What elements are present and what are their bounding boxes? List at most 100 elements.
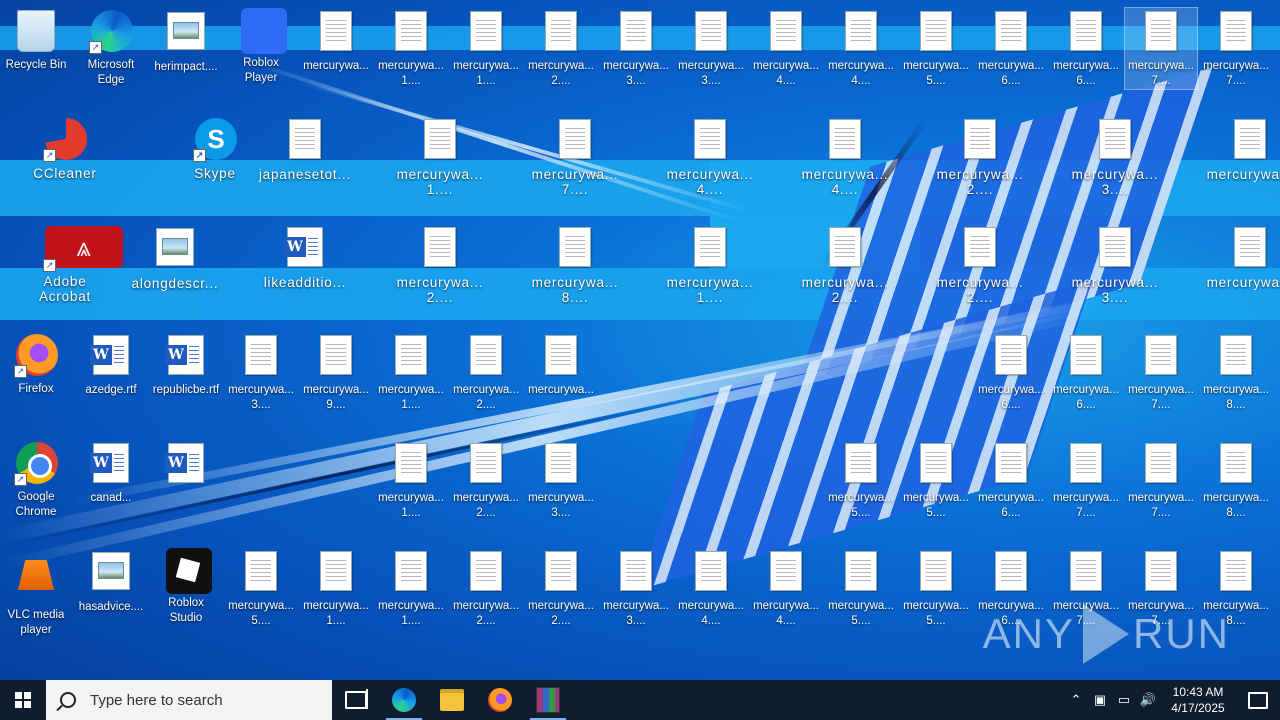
desktop-icon[interactable]: mercurywa... (1185, 224, 1280, 290)
desktop-icon[interactable]: mercurywa... 3.... (225, 332, 297, 413)
desktop-icon[interactable]: mercurywa... 6.... (1050, 8, 1122, 89)
desktop-icon[interactable]: mercurywa... 1.... (375, 440, 447, 521)
desktop-icon[interactable]: mercurywa... (1185, 116, 1280, 182)
desktop-icon[interactable]: mercurywa... 1.... (375, 116, 505, 197)
desktop-icon[interactable]: mercurywa... 7.... (1125, 440, 1197, 521)
desktop-icon[interactable]: mercurywa... 7.... (510, 116, 640, 197)
desktop-icon[interactable]: mercurywa... 2.... (525, 548, 597, 629)
taskbar-winrar-button[interactable] (524, 680, 572, 720)
desktop-icon[interactable]: mercurywa... 4.... (750, 8, 822, 89)
document-icon (695, 11, 727, 51)
desktop-icon[interactable]: mercurywa... 2.... (525, 8, 597, 89)
desktop-icon-label: Roblox Player (243, 57, 279, 84)
desktop-icon[interactable]: mercurywa... 4.... (780, 116, 910, 197)
desktop-icon[interactable]: alongdescr... (110, 224, 240, 291)
chrome-icon: ↗ (14, 442, 58, 486)
desktop-icon[interactable]: mercurywa... 5.... (825, 440, 897, 521)
desktop-icon[interactable]: ↗ CCleaner (0, 116, 130, 181)
document-icon (1099, 119, 1131, 159)
desktop-icon[interactable]: mercurywa... 5.... (225, 548, 297, 629)
desktop-icon-label: mercurywa... 3.... (603, 60, 669, 87)
action-center-button[interactable] (1236, 691, 1280, 709)
desktop-icon[interactable]: hasadvice.... (75, 548, 147, 615)
document-icon (694, 227, 726, 267)
desktop-icon[interactable]: Wlikeadditio... (240, 224, 370, 290)
desktop-icon[interactable]: mercurywa... 5.... (900, 440, 972, 521)
desktop-icon[interactable]: mercurywa... 2.... (780, 224, 910, 305)
desktop-icon[interactable]: mercurywa... 4.... (825, 8, 897, 89)
search-input[interactable] (88, 690, 312, 710)
desktop-icon[interactable]: mercurywa... 6.... (1050, 332, 1122, 413)
desktop-icon[interactable]: mercurywa... 3.... (525, 440, 597, 521)
desktop-icon[interactable]: mercurywa... 4.... (675, 548, 747, 629)
desktop-icon[interactable]: ↗ Google Chrome (0, 440, 72, 520)
desktop-icon[interactable]: mercurywa... 2.... (375, 224, 505, 305)
desktop-icon[interactable]: mercurywa... 5.... (900, 8, 972, 89)
recycle-bin-icon (17, 10, 55, 52)
roblox-player-icon (241, 8, 287, 54)
desktop-icon[interactable]: mercurywa... 1.... (375, 332, 447, 413)
desktop-icon[interactable]: mercurywa... 2.... (450, 332, 522, 413)
taskbar-search-box[interactable] (46, 680, 332, 720)
desktop-icon[interactable]: mercurywa... 2.... (915, 224, 1045, 305)
desktop-icon[interactable]: mercurywa... 1.... (450, 8, 522, 89)
desktop-icon[interactable]: mercurywa... 3.... (600, 548, 672, 629)
desktop-icon[interactable]: ↗ Firefox (0, 332, 72, 397)
desktop-icon[interactable]: mercurywa... 5.... (900, 548, 972, 629)
desktop-icon[interactable]: mercurywa... (300, 8, 372, 74)
desktop-icon[interactable]: mercurywa... 6.... (975, 8, 1047, 89)
desktop-icon[interactable]: mercurywa... 1.... (645, 224, 775, 305)
desktop[interactable]: Recycle Bin ↗ Microsoft Edge herimpact.... R… (0, 0, 1280, 680)
desktop-icon[interactable]: mercurywa... 2.... (450, 440, 522, 521)
desktop-icon[interactable]: Wcanad... (75, 440, 147, 506)
clock[interactable]: 10:43 AM 4/17/2025 (1160, 684, 1236, 716)
desktop-icon[interactable]: Wrepublicbe.rtf (150, 332, 222, 398)
desktop-icon[interactable]: mercurywa... 3.... (675, 8, 747, 89)
desktop-icon[interactable]: mercurywa... 3.... (1050, 224, 1180, 305)
taskbar-edge-button[interactable] (380, 680, 428, 720)
desktop-icon[interactable]: Roblox Player (225, 8, 297, 86)
desktop-icon[interactable]: Recycle Bin (0, 8, 72, 73)
desktop-icon-label: mercurywa... 3.... (1071, 275, 1159, 305)
desktop-icon[interactable]: Roblox Studio (150, 548, 222, 626)
desktop-icon[interactable]: mercurywa... 4.... (645, 116, 775, 197)
desktop-icon[interactable]: japanesetot... (240, 116, 370, 182)
volume-icon[interactable]: 🔊 (1136, 692, 1160, 708)
desktop-icon[interactable]: mercurywa... 1.... (375, 8, 447, 89)
desktop-icon[interactable]: ↗ Microsoft Edge (75, 8, 147, 88)
desktop-icon[interactable]: mercurywa... 8.... (510, 224, 640, 305)
desktop-icon[interactable]: W (150, 440, 222, 491)
desktop-icon-label: hasadvice.... (78, 601, 144, 613)
task-view-button[interactable] (332, 680, 380, 720)
desktop-icon[interactable]: mercurywa... 1.... (300, 548, 372, 629)
desktop-icon[interactable]: mercurywa... 5.... (825, 548, 897, 629)
chevron-up-icon[interactable]: ⌃ (1064, 692, 1088, 708)
desktop-icon[interactable]: mercurywa... 9.... (300, 332, 372, 413)
shortcut-arrow-icon: ↗ (193, 149, 206, 162)
document-icon (320, 551, 352, 591)
desktop-icon[interactable]: Wazedge.rtf (75, 332, 147, 398)
desktop-icon[interactable]: mercurywa... 3.... (1050, 116, 1180, 197)
desktop-icon[interactable]: mercurywa... 1.... (375, 548, 447, 629)
desktop-icon[interactable]: mercurywa... 2.... (450, 548, 522, 629)
desktop-icon-label: mercurywa... 5.... (903, 60, 969, 87)
taskbar-file-explorer-button[interactable] (428, 680, 476, 720)
desktop-icon[interactable]: herimpact.... (150, 8, 222, 75)
network-icon[interactable]: ▭ (1112, 692, 1136, 708)
desktop-icon[interactable]: mercurywa... 7.... (1124, 7, 1198, 90)
desktop-icon[interactable]: ↗ VLC media player (0, 548, 72, 638)
taskbar-firefox-button[interactable] (476, 680, 524, 720)
start-button[interactable] (0, 680, 46, 720)
desktop-icon[interactable]: mercurywa... 7.... (1050, 440, 1122, 521)
desktop-icon[interactable]: mercurywa... 6.... (975, 440, 1047, 521)
desktop-icon[interactable]: mercurywa... 8.... (1200, 332, 1272, 413)
desktop-icon[interactable]: mercurywa... 7.... (1200, 8, 1272, 89)
desktop-icon[interactable]: mercurywa... (525, 332, 597, 398)
meet-now-icon[interactable]: ▣ (1088, 692, 1112, 708)
desktop-icon[interactable]: mercurywa... 3.... (600, 8, 672, 89)
desktop-icon[interactable]: mercurywa... 7.... (1125, 332, 1197, 413)
desktop-icon[interactable]: mercurywa... 4.... (750, 548, 822, 629)
desktop-icon[interactable]: mercurywa... 6.... (975, 332, 1047, 413)
desktop-icon[interactable]: mercurywa... 2.... (915, 116, 1045, 197)
desktop-icon[interactable]: mercurywa... 8.... (1200, 440, 1272, 521)
